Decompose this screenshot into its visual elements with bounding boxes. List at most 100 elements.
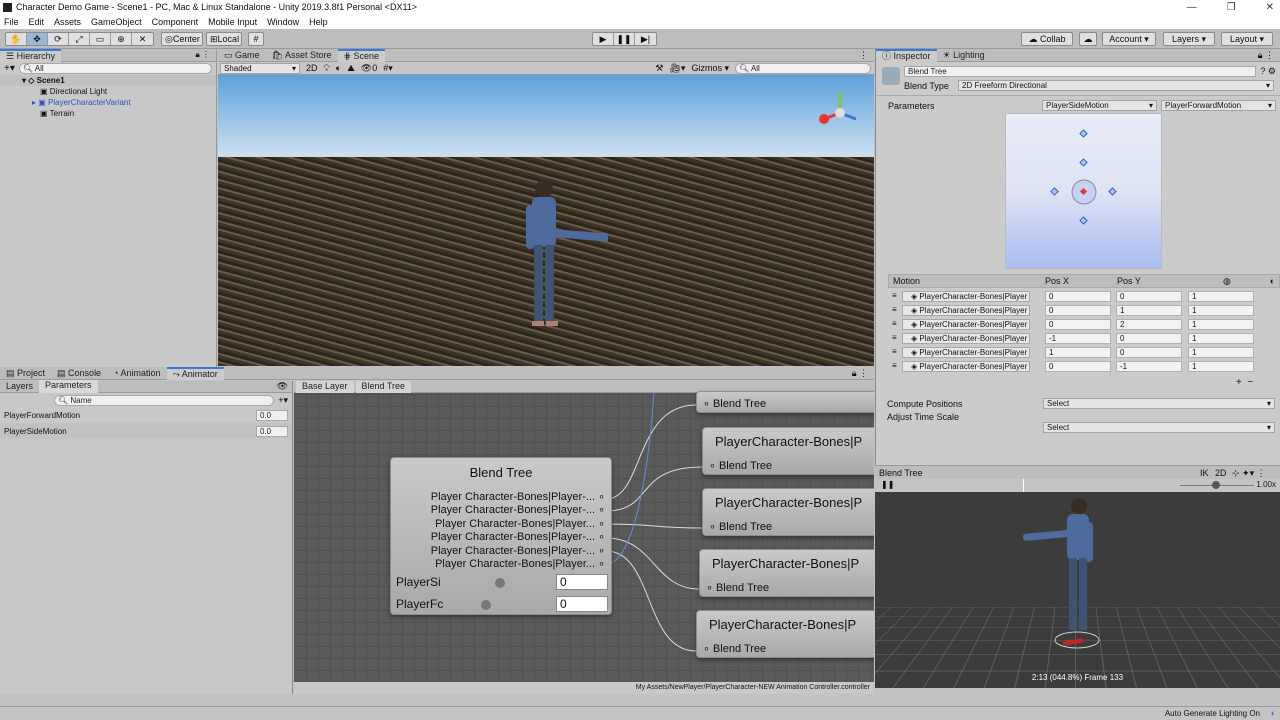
tab-lighting[interactable]: ☀ Lighting	[937, 49, 991, 62]
drag-handle-icon[interactable]: ≡	[892, 319, 897, 328]
menu-edit[interactable]: Edit	[29, 17, 45, 27]
object-name-field[interactable]: Blend Tree	[904, 66, 1256, 77]
tab-console[interactable]: ▤ Console	[51, 367, 107, 380]
motion-clip-field[interactable]: ◈ PlayerCharacter-Bones|Player	[902, 305, 1030, 316]
ik-toggle[interactable]: IK	[1200, 468, 1209, 478]
eye-icon[interactable]: 👁︎	[277, 381, 288, 392]
table-row[interactable]: ≡ ◈ PlayerCharacter-Bones|Player 1 0 1	[890, 346, 1274, 359]
menu-file[interactable]: File	[4, 17, 19, 27]
shading-dropdown[interactable]: Shaded	[220, 62, 300, 74]
2d-toggle[interactable]: 2D	[306, 63, 318, 73]
param-value-field[interactable]: 0.0	[256, 409, 288, 421]
tab-parameters[interactable]: Parameters	[39, 380, 98, 393]
lock-icon[interactable]: 🔒︎ ⋮	[1258, 50, 1274, 61]
pos-y-field[interactable]: 0	[1116, 291, 1182, 302]
menu-component[interactable]: Component	[152, 17, 199, 27]
menu-gameobject[interactable]: GameObject	[91, 17, 142, 27]
hidden-objects-icon[interactable]: 👁︎0	[361, 63, 377, 74]
custom-tool-icon[interactable]: ✕	[132, 33, 153, 45]
menu-help[interactable]: Help	[309, 17, 328, 27]
pos-y-field[interactable]: 1	[1116, 305, 1182, 316]
effects-toggle-icon[interactable]: ⛰	[347, 63, 355, 74]
list-item[interactable]: PlayerForwardMotion 0.0	[0, 407, 292, 423]
cloud-icon[interactable]: ☁	[1079, 32, 1097, 46]
speed-slider-knob[interactable]	[1212, 481, 1220, 489]
node-param-field[interactable]: 0	[556, 574, 608, 590]
grid-snap-icon[interactable]: #	[248, 32, 264, 46]
layout-dropdown[interactable]: Layout ▾	[1221, 32, 1273, 46]
tab-animation[interactable]: ◔ Animation	[107, 367, 166, 380]
pos-y-field[interactable]: 0	[1116, 333, 1182, 344]
blend-tree-node[interactable]: Blend Tree Player Character-Bones|Player…	[390, 457, 612, 615]
add-motion-button[interactable]: + −	[1236, 377, 1253, 388]
table-row[interactable]: ≡ ◈ PlayerCharacter-Bones|Player 0 2 1	[890, 318, 1274, 331]
scene-search-input[interactable]: 🔍︎ All	[735, 62, 871, 74]
motion-clip-field[interactable]: ◈ PlayerCharacter-Bones|Player	[902, 333, 1030, 344]
param-y-dropdown[interactable]: PlayerForwardMotion	[1161, 100, 1276, 111]
menu-mobile-input[interactable]: Mobile Input	[208, 17, 257, 27]
motion-clip-field[interactable]: ◈ PlayerCharacter-Bones|Player	[902, 319, 1030, 330]
scene-gizmo-icon[interactable]	[814, 87, 866, 139]
minimize-button[interactable]: —	[1187, 0, 1197, 15]
drag-handle-icon[interactable]: ≡	[892, 291, 897, 300]
timeline-cursor[interactable]	[1023, 479, 1024, 492]
node-slider-knob[interactable]	[481, 600, 491, 610]
scene-row[interactable]: ▾ ◇ Scene1	[0, 75, 216, 86]
pos-x-field[interactable]: 1	[1045, 347, 1111, 358]
panel-menu-icon[interactable]: 🔒︎ ⋮	[852, 368, 868, 379]
play-icon[interactable]: ▶	[593, 33, 614, 45]
child-node[interactable]: PlayerCharacter-Bones|P ∘ Blend Tree	[699, 549, 874, 597]
transform-tool-icon[interactable]: ⊕	[111, 33, 132, 45]
pos-y-field[interactable]: -1	[1116, 361, 1182, 372]
pivot-local-button[interactable]: ⊞Local	[206, 32, 242, 46]
table-row[interactable]: ≡ ◈ PlayerCharacter-Bones|Player 0 -1 1	[890, 360, 1274, 373]
2d-toggle[interactable]: 2D	[1215, 468, 1227, 478]
motion-clip-field[interactable]: ◈ PlayerCharacter-Bones|Player	[902, 361, 1030, 372]
pos-x-field[interactable]: 0	[1045, 305, 1111, 316]
list-item[interactable]: ▸ ▣ PlayerCharacterVariant	[0, 97, 216, 108]
animator-graph[interactable]: Base Layer Blend Tree Blend Tree Player …	[294, 381, 874, 694]
pivot-icon[interactable]: ⊹ ✦▾ ⋮	[1232, 468, 1266, 479]
tab-game[interactable]: ▭ Game	[218, 49, 266, 62]
add-param-icon[interactable]: +▾	[278, 395, 288, 406]
lighting-toggle-icon[interactable]: 💡︎	[324, 63, 330, 74]
child-node[interactable]: PlayerCharacter-Bones|P ∘ Blend Tree	[702, 488, 874, 536]
param-value-field[interactable]: 0.0	[256, 425, 288, 437]
create-plus-icon[interactable]: +▾	[4, 63, 15, 74]
child-node[interactable]: PlayerCharacter-Bones|P ∘ Blend Tree	[696, 610, 874, 658]
scale-tool-icon[interactable]: ⤢	[69, 33, 90, 45]
node-motion[interactable]: Player Character-Bones|Player... ∘	[431, 518, 605, 531]
hierarchy-search-input[interactable]: 🔍︎ All	[18, 63, 212, 74]
speed-field[interactable]: 1	[1188, 305, 1254, 316]
maximize-button[interactable]: ❐	[1227, 0, 1236, 15]
pause-icon[interactable]: ❚❚	[881, 480, 894, 489]
motion-clip-field[interactable]: ◈ PlayerCharacter-Bones|Player	[902, 291, 1030, 302]
pos-x-field[interactable]: 0	[1045, 361, 1111, 372]
rect-tool-icon[interactable]: ▭	[90, 33, 111, 45]
camera-icon[interactable]: 🎥︎▾	[670, 63, 686, 74]
speed-field[interactable]: 1	[1188, 291, 1254, 302]
menu-assets[interactable]: Assets	[54, 17, 81, 27]
node-motion[interactable]: Player Character-Bones|Player-... ∘	[431, 531, 605, 544]
account-dropdown[interactable]: Account ▾	[1102, 32, 1156, 46]
audio-toggle-icon[interactable]: 🔈︎	[336, 63, 341, 74]
move-tool-icon[interactable]: ✥	[27, 33, 48, 45]
tab-project[interactable]: ▤ Project	[0, 367, 51, 380]
settings-icon[interactable]: ? ⚙	[1260, 66, 1276, 77]
pos-x-field[interactable]: -1	[1045, 333, 1111, 344]
speed-field[interactable]: 1	[1188, 333, 1254, 344]
pos-y-field[interactable]: 2	[1116, 319, 1182, 330]
pos-x-field[interactable]: 0	[1045, 319, 1111, 330]
hand-tool-icon[interactable]: ✋	[6, 33, 27, 45]
drag-handle-icon[interactable]: ≡	[892, 347, 897, 356]
drag-handle-icon[interactable]: ≡	[892, 333, 897, 342]
pause-icon[interactable]: ❚❚	[614, 33, 635, 45]
node-motion[interactable]: Player Character-Bones|Player-... ∘	[431, 491, 605, 504]
speed-field[interactable]: 1	[1188, 361, 1254, 372]
tab-animator[interactable]: ⤳ Animator	[166, 366, 224, 380]
rotate-tool-icon[interactable]: ⟳	[48, 33, 69, 45]
tab-asset-store[interactable]: 🛍︎ Asset Store	[266, 49, 338, 62]
node-motion[interactable]: Player Character-Bones|Player-... ∘	[431, 545, 605, 558]
tools-icon[interactable]: ⚒	[655, 63, 663, 74]
drag-handle-icon[interactable]: ≡	[892, 361, 897, 370]
